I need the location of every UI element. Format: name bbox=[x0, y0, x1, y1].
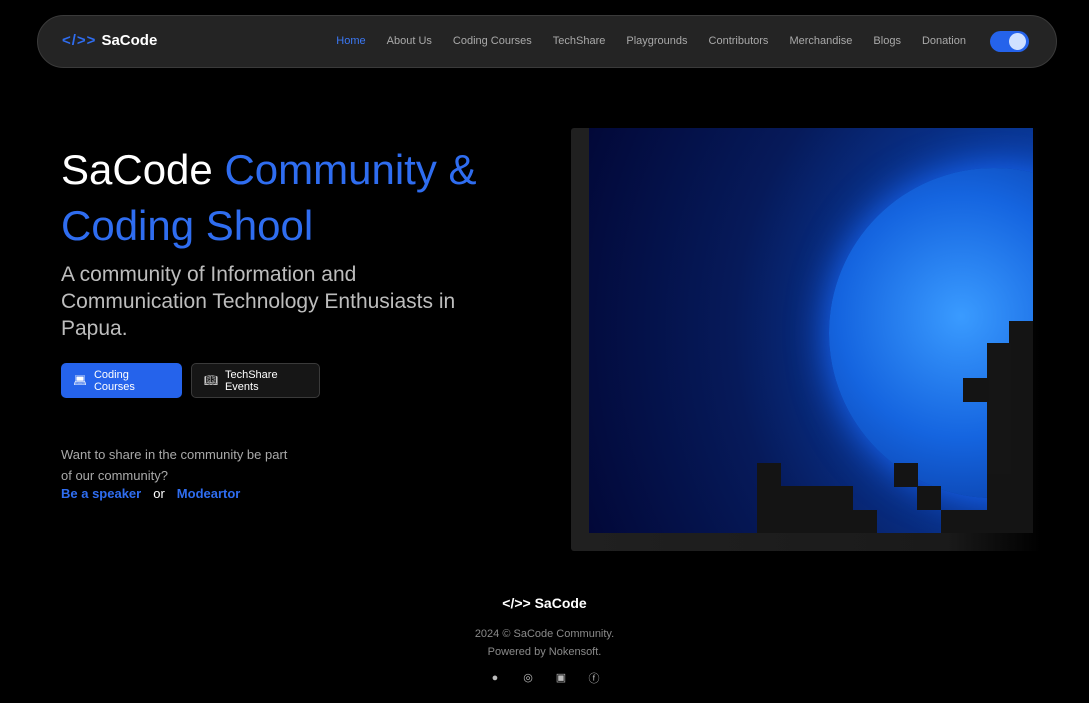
social-links: ● ◎ ▣ ⓕ bbox=[0, 671, 1089, 685]
navbar: </>> SaCode Home About Us Coding Courses … bbox=[37, 15, 1057, 68]
nav-merchandise[interactable]: Merchandise bbox=[789, 35, 852, 47]
nav-courses[interactable]: Coding Courses bbox=[453, 35, 532, 47]
linkedin-icon[interactable]: ▣ bbox=[555, 671, 568, 684]
cta-links: Be a speaker or Modeartor bbox=[61, 486, 240, 501]
techshare-events-button[interactable]: 📖︎ TechShare Events bbox=[191, 363, 320, 398]
code-icon: </>> bbox=[62, 32, 97, 49]
theme-toggle[interactable] bbox=[990, 31, 1029, 52]
github-icon[interactable]: ● bbox=[489, 671, 502, 684]
footer-copyright: 2024 © SaCode Community. Powered by Noken… bbox=[0, 625, 1089, 661]
nav-playgrounds[interactable]: Playgrounds bbox=[626, 35, 687, 47]
coding-courses-button[interactable]: 💻︎ Coding Courses bbox=[61, 363, 182, 398]
powered-by-text: Powered by Nokensoft. bbox=[487, 646, 602, 658]
nav-contributors[interactable]: Contributors bbox=[709, 35, 769, 47]
book-icon: 📖︎ bbox=[204, 375, 218, 387]
button-label: TechShare Events bbox=[224, 368, 278, 393]
title-white: SaCode bbox=[61, 146, 213, 193]
nav-about[interactable]: About Us bbox=[387, 35, 432, 47]
instagram-icon[interactable]: ◎ bbox=[522, 671, 535, 684]
hero-subtitle: A community of Information and Communica… bbox=[61, 263, 456, 340]
code-icon: </>> bbox=[502, 595, 531, 611]
nav-techshare[interactable]: TechShare bbox=[553, 35, 606, 47]
nav-menu: Home About Us Coding Courses TechShare P… bbox=[336, 35, 966, 47]
nav-donation[interactable]: Donation bbox=[922, 35, 966, 47]
facebook-icon[interactable]: ⓕ bbox=[588, 671, 601, 685]
nav-home[interactable]: Home bbox=[336, 35, 365, 47]
logo-text: SaCode bbox=[101, 32, 158, 49]
laptop-icon: 💻︎ bbox=[73, 375, 87, 387]
globe-image bbox=[589, 128, 1033, 533]
nav-blogs[interactable]: Blogs bbox=[873, 35, 901, 47]
footer-logo[interactable]: </>> SaCode bbox=[0, 595, 1089, 611]
be-speaker-link[interactable]: Be a speaker bbox=[61, 486, 141, 501]
button-label: Coding Courses bbox=[93, 368, 135, 393]
share-text: Want to share in the community be part o… bbox=[61, 447, 288, 483]
footer-logo-text: SaCode bbox=[534, 595, 587, 611]
copyright-text: 2024 © SaCode Community. bbox=[474, 628, 615, 640]
moderator-link[interactable]: Modeartor bbox=[177, 486, 241, 501]
hero-title: SaCode Community & Coding Shool bbox=[61, 142, 521, 254]
or-text: or bbox=[153, 486, 165, 501]
logo[interactable]: </>> SaCode bbox=[62, 32, 157, 49]
toggle-knob bbox=[1009, 33, 1026, 50]
